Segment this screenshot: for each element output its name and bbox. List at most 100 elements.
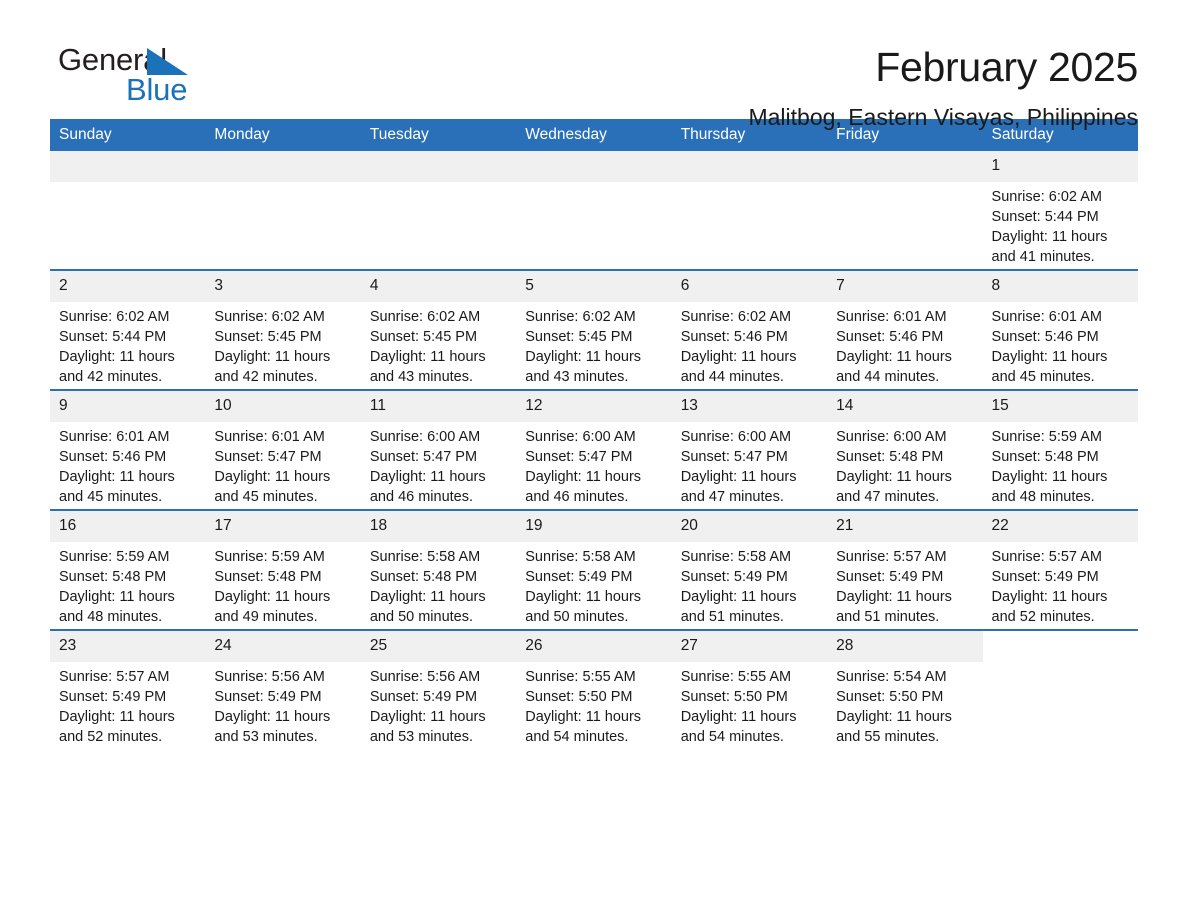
day-number: 6 [671,271,828,302]
day-number: 8 [982,271,1138,302]
calendar-week-row: 1 Sunrise: 6:02 AM Sunset: 5:44 PM Daylight… [50,151,1138,270]
sunrise-text: Sunrise: 6:01 AM [214,429,325,445]
day-details: Sunrise: 6:00 AM Sunset: 5:47 PM Daylight:… [672,422,827,507]
daylight-text: Daylight: 11 hours and 46 minutes. [525,469,642,505]
day-number: 22 [982,511,1138,542]
calendar-week-row: 16 Sunrise: 5:59 AM Sunset: 5:48 PM Dayligh… [50,509,1138,630]
daylight-text: Daylight: 11 hours and 52 minutes. [991,589,1108,625]
calendar-day-cell: 4 Sunrise: 6:02 AM Sunset: 5:45 PM Daylight… [360,269,517,390]
sunrise-text: Sunrise: 5:59 AM [991,429,1102,445]
day-number: 11 [360,391,517,422]
sunrise-text: Sunrise: 6:02 AM [214,309,325,325]
daylight-text: Daylight: 11 hours and 41 minutes. [991,229,1108,265]
daylight-text: Daylight: 11 hours and 53 minutes. [214,709,331,745]
day-details: Sunrise: 6:02 AM Sunset: 5:45 PM Daylight:… [205,302,360,387]
calendar-day-cell: 13 Sunrise: 6:00 AM Sunset: 5:47 PM Dayligh… [671,389,828,510]
day-number: 28 [827,631,983,662]
daylight-text: Daylight: 11 hours and 45 minutes. [59,469,175,505]
daylight-text: Daylight: 11 hours and 43 minutes. [369,349,486,385]
sunrise-text: Sunrise: 5:57 AM [991,549,1102,565]
sunrise-text: Sunrise: 6:01 AM [836,309,947,325]
sunset-text: Sunset: 5:46 PM [836,329,944,345]
calendar-day-cell: 1 Sunrise: 6:02 AM Sunset: 5:44 PM Daylight… [982,151,1138,270]
sunset-text: Sunset: 5:50 PM [680,689,788,705]
daylight-text: Daylight: 11 hours and 45 minutes. [214,469,331,505]
sunrise-text: Sunrise: 5:56 AM [369,669,481,685]
daylight-text: Daylight: 11 hours and 47 minutes. [680,469,797,505]
sunrise-text: Sunrise: 6:01 AM [59,429,170,445]
day-number: 18 [360,511,517,542]
daylight-text: Daylight: 11 hours and 54 minutes. [680,709,797,745]
day-number: 4 [360,271,517,302]
sunset-text: Sunset: 5:49 PM [836,569,944,585]
day-details: Sunrise: 6:01 AM Sunset: 5:46 PM Daylight:… [827,302,982,387]
day-details: Sunrise: 5:56 AM Sunset: 5:49 PM Daylight:… [361,662,516,747]
day-number: 15 [982,391,1138,422]
daylight-text: Daylight: 11 hours and 54 minutes. [525,709,642,745]
calendar-day-cell: 24 Sunrise: 5:56 AM Sunset: 5:49 PM Dayligh… [205,629,361,749]
sunset-text: Sunset: 5:45 PM [214,329,322,345]
sunset-text: Sunset: 5:46 PM [991,329,1099,345]
daylight-text: Daylight: 11 hours and 48 minutes. [59,589,175,625]
day-details: Sunrise: 5:57 AM Sunset: 5:49 PM Daylight:… [50,662,205,747]
sunset-text: Sunset: 5:48 PM [214,569,322,585]
day-details: Sunrise: 6:00 AM Sunset: 5:48 PM Daylight:… [827,422,982,507]
day-number: 20 [671,511,828,542]
sunrise-text: Sunrise: 6:02 AM [525,309,636,325]
calendar-empty-cell [360,151,517,270]
calendar-empty-cell [671,151,828,270]
calendar-blank-cell [982,629,1138,749]
day-details: Sunrise: 5:59 AM Sunset: 5:48 PM Daylight:… [205,542,360,627]
sunrise-text: Sunrise: 6:02 AM [59,309,170,325]
day-number-placeholder [205,151,361,182]
daylight-text: Daylight: 11 hours and 49 minutes. [214,589,331,625]
logo-text-blue: Blue [126,72,188,107]
day-number: 5 [516,271,672,302]
day-details: Sunrise: 6:00 AM Sunset: 5:47 PM Daylight:… [516,422,671,507]
logo-triangle-icon [147,48,188,75]
sunset-text: Sunset: 5:48 PM [836,449,944,465]
sunrise-text: Sunrise: 6:02 AM [991,189,1102,205]
day-number: 26 [516,631,672,662]
day-details: Sunrise: 5:57 AM Sunset: 5:49 PM Daylight:… [827,542,982,627]
sunrise-text: Sunrise: 5:57 AM [836,549,947,565]
daylight-text: Daylight: 11 hours and 46 minutes. [369,469,486,505]
sunrise-text: Sunrise: 5:55 AM [525,669,636,685]
sunset-text: Sunset: 5:48 PM [59,569,167,585]
daylight-text: Daylight: 11 hours and 48 minutes. [991,469,1108,505]
day-number: 23 [50,631,206,662]
day-details: Sunrise: 6:00 AM Sunset: 5:47 PM Daylight:… [361,422,516,507]
daylight-text: Daylight: 11 hours and 42 minutes. [59,349,175,385]
calendar-empty-cell [516,151,672,270]
sunrise-text: Sunrise: 5:59 AM [59,549,170,565]
calendar-day-cell: 15 Sunrise: 5:59 AM Sunset: 5:48 PM Dayligh… [982,389,1138,510]
calendar-day-cell: 21 Sunrise: 5:57 AM Sunset: 5:49 PM Dayligh… [827,509,983,630]
sunset-text: Sunset: 5:47 PM [680,449,788,465]
calendar-week-row: 23 Sunrise: 5:57 AM Sunset: 5:49 PM Dayligh… [50,629,1138,749]
day-number: 1 [982,151,1138,182]
day-details: Sunrise: 6:01 AM Sunset: 5:47 PM Daylight:… [205,422,360,507]
sunset-text: Sunset: 5:44 PM [59,329,167,345]
calendar-day-cell: 19 Sunrise: 5:58 AM Sunset: 5:49 PM Dayligh… [516,509,672,630]
calendar-day-cell: 8 Sunrise: 6:01 AM Sunset: 5:46 PM Daylight… [982,269,1138,390]
sunset-text: Sunset: 5:49 PM [214,689,322,705]
sunset-text: Sunset: 5:49 PM [525,569,633,585]
page-header: General Blue February 2025 Malitbog, Eas… [50,0,1138,130]
calendar-week-row: 9 Sunrise: 6:01 AM Sunset: 5:46 PM Daylight… [50,389,1138,510]
day-details: Sunrise: 5:59 AM Sunset: 5:48 PM Daylight:… [50,542,205,627]
sunrise-text: Sunrise: 6:00 AM [680,429,792,445]
day-details: Sunrise: 6:01 AM Sunset: 5:46 PM Daylight:… [983,302,1138,387]
daylight-text: Daylight: 11 hours and 42 minutes. [214,349,331,385]
page-title: February 2025 [875,44,1138,90]
sunrise-text: Sunrise: 6:00 AM [836,429,947,445]
sunrise-text: Sunrise: 6:01 AM [991,309,1102,325]
calendar-empty-cell [50,151,206,270]
calendar-page: General Blue February 2025 Malitbog, Eas… [0,0,1188,918]
sunset-text: Sunset: 5:48 PM [369,569,478,585]
calendar-day-cell: 10 Sunrise: 6:01 AM Sunset: 5:47 PM Dayligh… [205,389,361,510]
daylight-text: Daylight: 11 hours and 52 minutes. [59,709,175,745]
sunset-text: Sunset: 5:46 PM [680,329,788,345]
sunrise-text: Sunrise: 5:56 AM [214,669,325,685]
calendar-day-cell: 28 Sunrise: 5:54 AM Sunset: 5:50 PM Dayligh… [827,629,983,749]
daylight-text: Daylight: 11 hours and 53 minutes. [369,709,486,745]
